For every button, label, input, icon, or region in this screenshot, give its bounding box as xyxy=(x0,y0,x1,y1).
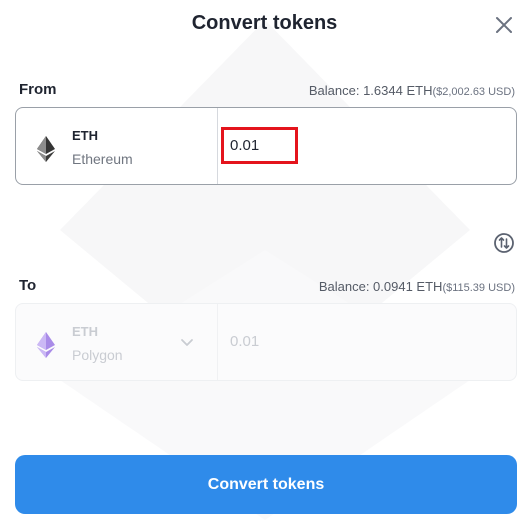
chevron-down-icon xyxy=(181,339,193,346)
to-token-selector[interactable]: ETH Polygon xyxy=(16,304,218,380)
from-balance: Balance: 1.6344 ETH($2,002.63 USD) xyxy=(309,83,515,98)
to-balance-usd: ($115.39 USD) xyxy=(442,282,515,294)
to-token-symbol: ETH xyxy=(72,324,98,339)
swap-icon[interactable] xyxy=(493,232,515,254)
from-label: From xyxy=(19,81,57,98)
from-balance-usd: ($2,002.63 USD) xyxy=(432,86,515,98)
to-amount-field: 0.01 xyxy=(230,333,260,350)
to-balance-amount: Balance: 0.0941 ETH xyxy=(318,279,443,294)
background-watermark xyxy=(60,20,470,520)
convert-tokens-button[interactable]: Convert tokens xyxy=(15,455,517,514)
from-token-symbol: ETH xyxy=(72,128,98,143)
from-token-selector[interactable]: ETH Ethereum xyxy=(16,108,218,184)
to-balance: Balance: 0.0941 ETH($115.39 USD) xyxy=(319,279,515,294)
polygon-ethereum-icon xyxy=(37,332,55,358)
to-token-network: Polygon xyxy=(72,347,123,363)
to-token-panel: ETH Polygon 0.01 xyxy=(15,303,517,381)
from-balance-amount: Balance: 1.6344 ETH xyxy=(308,83,433,98)
amount-highlight-box xyxy=(221,127,298,164)
from-token-network: Ethereum xyxy=(72,151,133,167)
to-label: To xyxy=(19,277,37,294)
close-icon[interactable] xyxy=(493,14,515,36)
ethereum-icon xyxy=(37,136,55,162)
dialog-title: Convert tokens xyxy=(191,12,338,34)
